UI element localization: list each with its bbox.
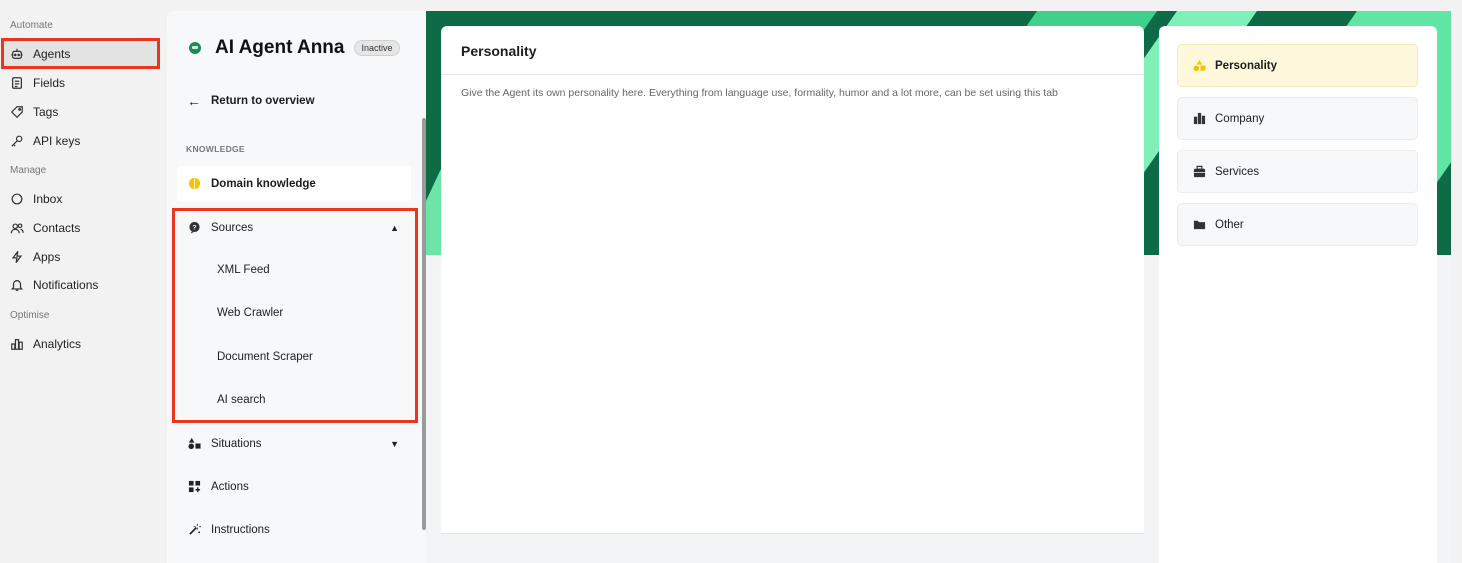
nav-item-notifications[interactable]: Notifications [4, 272, 158, 298]
nav-item-apps[interactable]: Apps [4, 244, 158, 270]
question-bubble-icon: ? [187, 221, 201, 235]
lightning-icon [9, 249, 25, 265]
grid-plus-icon [187, 480, 201, 494]
source-document-scraper[interactable]: Document Scraper [217, 351, 313, 363]
briefcase-icon [1192, 165, 1206, 179]
svg-text:?: ? [192, 224, 196, 231]
divider [441, 74, 1144, 75]
tab-services[interactable]: Services [1177, 150, 1418, 193]
nav-item-label: Inbox [33, 192, 63, 206]
return-label: Return to overview [211, 95, 315, 107]
caret-down-icon: ▼ [390, 438, 399, 449]
card-footer [441, 533, 1144, 563]
sources-toggle[interactable]: ? Sources ▲ [177, 210, 411, 245]
nav-item-label: Analytics [33, 337, 82, 351]
nav-section-automate: Automate [10, 20, 53, 31]
source-ai-search[interactable]: AI search [217, 394, 266, 406]
agent-header: AI Agent Anna Inactive [189, 37, 400, 59]
chat-bubble-icon [9, 191, 25, 207]
nav-item-contacts[interactable]: Contacts [4, 215, 158, 241]
nav-item-label: Apps [33, 250, 61, 264]
users-icon [9, 220, 25, 236]
buildings-icon [1192, 112, 1206, 126]
nav-item-label: Agents [33, 47, 71, 61]
shapes-icon [187, 437, 201, 451]
situations-toggle[interactable]: Situations ▼ [177, 426, 411, 461]
source-web-crawler[interactable]: Web Crawler [217, 307, 283, 319]
agent-sidebar: AI Agent Anna Inactive ← Return to overv… [167, 11, 426, 563]
sources-label: Sources [211, 221, 254, 234]
tab-company[interactable]: Company [1177, 97, 1418, 140]
actions-label: Actions [211, 480, 249, 493]
tab-personality[interactable]: Personality [1177, 44, 1418, 87]
nav-item-label: API keys [33, 134, 81, 148]
nav-item-tags[interactable]: Tags [4, 99, 158, 125]
nav-item-fields[interactable]: Fields [4, 70, 158, 96]
brain-icon [187, 177, 201, 191]
knowledge-section-label: KNOWLEDGE [186, 144, 245, 154]
source-xml-feed[interactable]: XML Feed [217, 264, 270, 276]
situations-label: Situations [211, 437, 262, 450]
nav-item-label: Contacts [33, 221, 81, 235]
bell-icon [9, 277, 25, 293]
tab-label: Personality [1215, 59, 1277, 72]
folder-icon [1192, 218, 1206, 232]
tag-icon [9, 104, 25, 120]
tab-label: Other [1215, 218, 1244, 231]
key-icon [9, 133, 25, 149]
page-description: Give the Agent its own personality here.… [461, 87, 1058, 99]
actions-item[interactable]: Actions [177, 469, 411, 504]
settings-tabs-panel: Personality Company Services Other [1159, 26, 1437, 563]
nav-item-inbox[interactable]: Inbox [4, 186, 158, 212]
robot-icon [9, 46, 25, 62]
personality-card: Personality Give the Agent its own perso… [441, 26, 1144, 533]
page-title: Personality [461, 43, 537, 59]
shapes-icon [1192, 59, 1206, 73]
magic-wand-icon [187, 523, 201, 537]
caret-up-icon: ▲ [390, 222, 399, 233]
nav-section-optimise: Optimise [10, 310, 50, 321]
document-icon [9, 75, 25, 91]
status-badge: Inactive [354, 40, 400, 56]
agent-name: AI Agent Anna [215, 37, 345, 58]
nav-item-label: Notifications [33, 278, 99, 292]
domain-knowledge-item[interactable]: Domain knowledge [177, 166, 411, 201]
instructions-label: Instructions [211, 523, 270, 536]
nav-item-label: Tags [33, 105, 59, 119]
arrow-left-icon: ← [187, 93, 201, 109]
bar-chart-icon [9, 336, 25, 352]
instructions-item[interactable]: Instructions [177, 512, 411, 547]
nav-item-analytics[interactable]: Analytics [4, 331, 158, 357]
main-navigation: Automate Agents Fields Tags API keys Man… [0, 0, 167, 563]
tab-label: Services [1215, 165, 1260, 178]
return-to-overview-link[interactable]: ← Return to overview [187, 93, 315, 109]
tab-other[interactable]: Other [1177, 203, 1418, 246]
domain-knowledge-label: Domain knowledge [211, 177, 316, 190]
tab-label: Company [1215, 112, 1265, 125]
nav-item-label: Fields [33, 76, 66, 90]
nav-section-manage: Manage [10, 165, 47, 176]
nav-item-api-keys[interactable]: API keys [4, 128, 158, 154]
nav-item-agents[interactable]: Agents [4, 41, 158, 67]
agent-avatar-icon [189, 42, 201, 54]
